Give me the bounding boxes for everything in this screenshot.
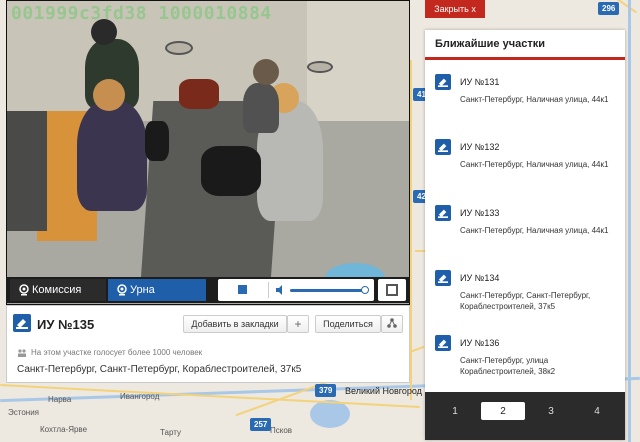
station-address: Санкт-Петербург, Санкт-Петербург, Корабл… (17, 364, 302, 375)
map-place-label: Нарва (48, 395, 72, 404)
nearby-station-item[interactable]: ИУ №131 Санкт-Петербург, Наличная улица,… (425, 66, 625, 131)
video-control-bar: Комиссия Урна (6, 277, 410, 303)
volume-slider[interactable] (290, 289, 366, 292)
nearby-station-address: Санкт-Петербург, Наличная улица, 44к1 (460, 226, 609, 235)
nearby-station-address: Санкт-Петербург, улица Кораблестроителей… (460, 356, 556, 376)
close-button[interactable]: Закрыть x (425, 0, 485, 18)
add-plus-button[interactable]: + (287, 315, 309, 333)
tab-commission-label: Комиссия (32, 284, 82, 296)
nearby-station-item[interactable]: ИУ №136 Санкт-Петербург, улица Кораблест… (425, 327, 625, 392)
map-place-label: Эстония (8, 408, 39, 417)
map-place-label: Ивангород (120, 392, 160, 401)
map-marker[interactable]: 296 (598, 2, 620, 15)
page-button-1[interactable]: 1 (433, 402, 477, 420)
nearby-station-item[interactable]: ИУ №134 Санкт-Петербург, Санкт-Петербург… (425, 262, 625, 327)
share-icon (387, 318, 397, 330)
nearby-station-name: ИУ №134 (460, 273, 500, 283)
map-city-label: Великий Новгород (345, 386, 422, 396)
ballot-icon (435, 335, 451, 351)
ballot-icon (435, 74, 451, 90)
pagination: 1 2 3 4 (425, 392, 625, 440)
webcam-icon (18, 284, 30, 296)
map-marker[interactable]: 257 (250, 418, 272, 431)
nearby-station-item[interactable]: ИУ №132 Санкт-Петербург, Наличная улица,… (425, 131, 625, 196)
share-network-button[interactable] (381, 315, 403, 333)
nearby-station-address: Санкт-Петербург, Наличная улица, 44к1 (460, 160, 609, 169)
webcam-icon (116, 284, 128, 296)
ballot-icon (435, 139, 451, 155)
ballot-icon (13, 314, 31, 332)
page-button-4[interactable]: 4 (575, 402, 619, 420)
map-place-label: Псков (270, 426, 293, 435)
map-place-label: Кохтла-Ярве (40, 425, 88, 434)
nearby-station-address: Санкт-Петербург, Наличная улица, 44к1 (460, 95, 609, 104)
map-place-label: Тарту (160, 428, 182, 437)
camera-id-overlay: 001999c3fd38 1000010884 (11, 3, 272, 24)
tab-urn[interactable]: Урна (108, 279, 206, 301)
camera-video[interactable]: 001999c3fd38 1000010884 (6, 0, 410, 305)
page-button-2[interactable]: 2 (481, 402, 525, 420)
volume-slider-thumb[interactable] (361, 286, 369, 294)
volume-icon[interactable] (276, 285, 286, 295)
share-button[interactable]: Поделиться (315, 315, 381, 333)
nearby-station-item[interactable]: ИУ №133 Санкт-Петербург, Наличная улица,… (425, 197, 625, 262)
tab-commission[interactable]: Комиссия (10, 279, 106, 301)
nearby-station-name: ИУ №132 (460, 142, 500, 152)
page-button-3[interactable]: 3 (529, 402, 573, 420)
playback-controls (218, 279, 374, 301)
stop-button[interactable] (238, 285, 247, 294)
people-icon (17, 348, 27, 357)
fullscreen-button[interactable] (378, 279, 406, 301)
tab-urn-label: Урна (130, 284, 155, 296)
nearby-station-name: ИУ №136 (460, 338, 500, 348)
nearby-station-name: ИУ №133 (460, 208, 500, 218)
voter-count-note: На этом участке голосует более 1000 чело… (17, 348, 202, 357)
nearby-title: Ближайшие участки (435, 38, 545, 50)
add-bookmark-button[interactable]: Добавить в закладки (183, 315, 287, 333)
fullscreen-icon (386, 284, 398, 296)
ballot-icon (435, 270, 451, 286)
ballot-icon (435, 205, 451, 221)
station-title: ИУ №135 (37, 317, 95, 332)
station-info-panel: ИУ №135 Добавить в закладки + Поделиться… (6, 305, 410, 383)
nearby-station-name: ИУ №131 (460, 77, 500, 87)
voter-count-text: На этом участке голосует более 1000 чело… (31, 348, 203, 357)
map-marker[interactable]: 379 (315, 384, 337, 397)
nearby-stations-panel: Ближайшие участки ИУ №131 Санкт-Петербур… (425, 30, 625, 440)
nearby-station-address: Санкт-Петербург, Санкт-Петербург, Корабл… (460, 291, 591, 311)
